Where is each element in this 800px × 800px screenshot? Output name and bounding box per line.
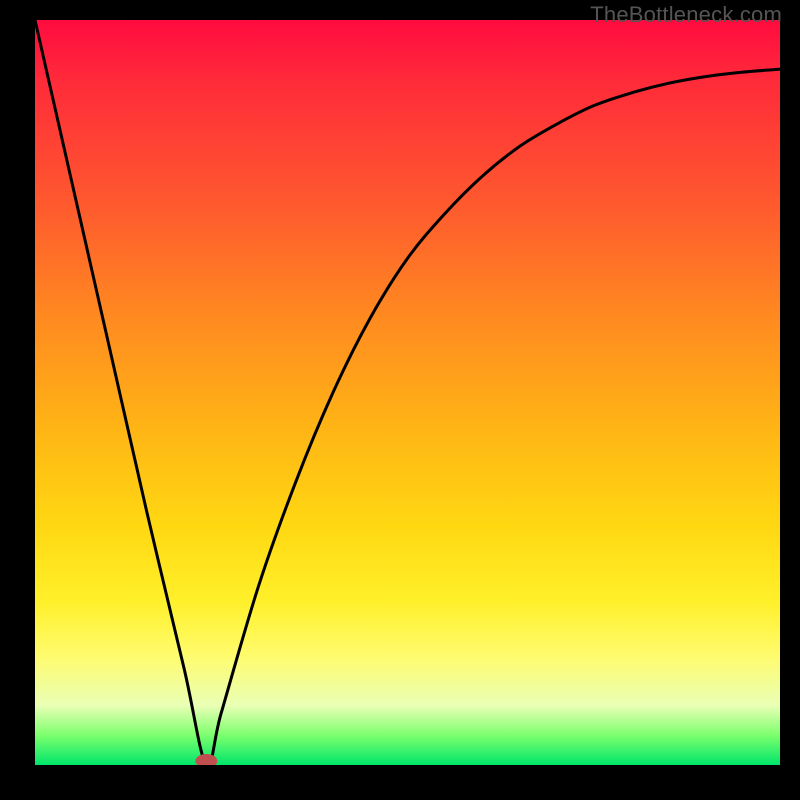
curve-line [35,20,780,765]
minimum-marker [195,754,217,765]
watermark-text: TheBottleneck.com [590,2,782,28]
chart-frame: TheBottleneck.com [0,0,800,800]
plot-area [35,20,780,765]
bottleneck-curve [35,20,780,765]
